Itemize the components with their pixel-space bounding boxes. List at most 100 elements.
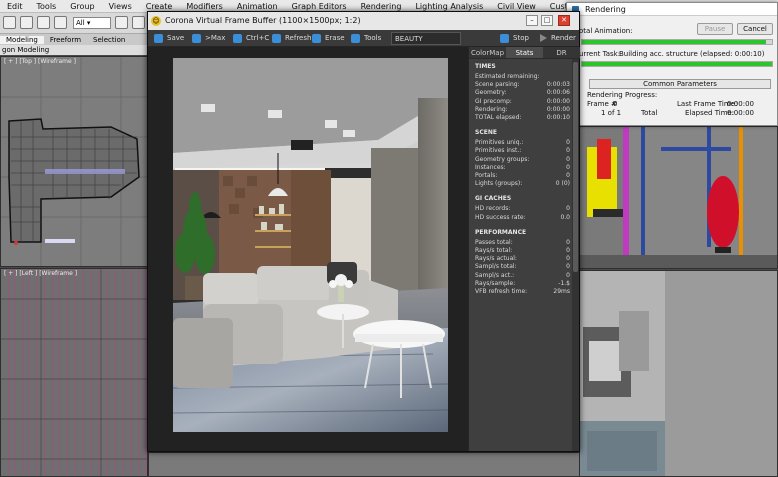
corona-vfb-window: ☺ Corona Virtual Frame Buffer (1100×1500… [147,11,580,452]
stats-scrollbar[interactable] [572,59,579,451]
perspective-shaded-scene [579,271,777,476]
refresh-button[interactable]: Refresh [272,30,311,47]
channel-value: BEAUTY [395,35,423,43]
menu-item-animation[interactable]: Animation [230,2,285,11]
vfb-title-text: Corona Virtual Frame Buffer (1100×1500px… [165,16,361,25]
stats-row: Portals: 0 [475,172,570,180]
stats-section-times[interactable]: TIMES [475,63,496,70]
viewport-top[interactable]: [ + ] [Top ] [Wireframe ] [0,56,148,267]
stats-value: 0 [566,147,570,155]
vfb-canvas-area[interactable] [148,47,468,451]
viewport-left[interactable]: [ + ] [Left ] [Wireframe ] [0,268,148,477]
rendering-dialog-title[interactable]: Rendering [567,3,777,16]
vfb-titlebar[interactable]: ☺ Corona Virtual Frame Buffer (1100×1500… [148,12,579,30]
ribbon-tab-freeform[interactable]: Freeform [44,36,87,44]
rendering-progress-label: Rendering Progress: [587,91,658,99]
viewport-top-label[interactable]: [ + ] [Top ] [Wireframe ] [4,58,76,65]
save-button[interactable]: Save [154,30,184,47]
select-object-icon[interactable] [115,16,128,29]
stats-value: 0 [566,172,570,179]
viewport-perspective-bottom[interactable] [578,270,778,477]
top-viewport-wireframe [1,57,147,266]
stats-row: Geometry groups: 0 [475,156,570,164]
menu-item-rendering[interactable]: Rendering [354,2,409,11]
stats-row: Passes total: 0 [475,239,570,247]
menu-item-tools[interactable]: Tools [30,2,64,11]
selection-filter-value: All [76,19,85,27]
pause-button[interactable]: Pause [697,23,733,35]
erase-button[interactable]: Erase [312,30,345,47]
minimize-icon[interactable]: – [526,15,538,26]
max-main-toolbar: All ▾ [0,13,150,34]
max-icon [192,33,201,43]
undo-icon[interactable] [3,16,16,29]
maximize-icon[interactable]: □ [541,15,553,26]
menu-item-views[interactable]: Views [102,2,139,11]
unlink-icon[interactable] [37,16,50,29]
channel-select[interactable]: BEAUTY [391,32,461,45]
stats-value: 0:00:06 [546,89,570,97]
stats-key: Lights (groups): [475,180,523,188]
stats-value: 0:00:00 [546,97,570,105]
stats-section-perf[interactable]: PERFORMANCE [475,229,526,236]
ribbon-tab-modeling[interactable]: Modeling [0,35,44,44]
stats-key: Rendering: [475,105,508,113]
stop-button[interactable]: Stop [500,30,529,47]
stats-section-scene[interactable]: SCENE [475,129,497,136]
last-frame-time-value: 0:00:00 [727,100,754,108]
stats-value: 0:00:10 [546,114,570,121]
select-by-name-icon[interactable] [132,16,145,29]
stats-row: Estimated remaining: [475,73,570,81]
selection-filter-dropdown[interactable]: All ▾ [73,17,111,29]
tab-stats[interactable]: Stats [506,47,543,58]
current-task-label: urrent Task: [579,50,621,58]
save-label: Save [167,34,185,42]
render-label: Render [551,34,576,42]
stats-key: Primitives uniq.: [475,139,524,147]
bind-icon[interactable] [54,16,67,29]
viewport-left-label[interactable]: [ + ] [Left ] [Wireframe ] [4,270,77,277]
tab-colormap[interactable]: ColorMap [469,47,506,58]
close-icon[interactable]: ✕ [558,15,570,26]
menu-item-modifiers[interactable]: Modifiers [179,2,230,11]
render-button[interactable]: Render [540,30,576,47]
ribbon-tab-selection[interactable]: Selection [87,36,131,44]
copy-label: Ctrl+C [246,34,270,42]
menu-item-edit[interactable]: Edit [0,2,30,11]
stats-section-gi[interactable]: GI CACHES [475,195,511,202]
stats-value: 0 [566,263,570,271]
menu-item-create[interactable]: Create [139,2,180,11]
ribbon-subpanel[interactable]: gon Modeling [0,45,150,55]
menu-item-graph-editors[interactable]: Graph Editors [285,2,354,11]
stats-row: HD records: 0 [475,205,570,213]
menu-item-lighting-analysis[interactable]: Lighting Analysis [408,2,490,11]
menu-item-civil-view[interactable]: Civil View [490,2,543,11]
viewport-bottom-strip [148,452,580,477]
erase-label: Erase [325,34,345,42]
stats-key: GI precomp: [475,97,512,105]
task-progress-fill [582,62,772,66]
copy-button[interactable]: Ctrl+C [233,30,269,47]
stop-label: Stop [513,34,529,42]
total-label: Total [641,109,658,117]
to-max-button[interactable]: >Max [192,30,225,47]
cancel-button[interactable]: Cancel [737,23,773,35]
refresh-label: Refresh [285,34,312,42]
stats-value: 0 [566,139,570,147]
stats-value: -1.$ [558,279,570,287]
link-icon[interactable] [20,16,33,29]
stats-value: 0 [566,205,570,213]
stats-row: Rays/s total: 0 [475,247,570,255]
tools-button[interactable]: Tools [351,30,381,47]
viewport-perspective-top[interactable] [578,126,778,269]
common-parameters-rollout[interactable]: Common Parameters [589,79,771,89]
stats-value: 29ms [553,288,570,295]
stats-scrollbar-thumb[interactable] [573,62,578,272]
copy-icon [233,33,242,43]
vfb-panel-tabs: ColorMap Stats DR [469,47,580,59]
total-animation-label: otal Animation: [579,27,633,35]
stats-key: Rays/s actual: [475,255,517,263]
tab-dr[interactable]: DR [543,47,580,58]
stats-key: Rays/sample: [475,279,516,287]
menu-item-group[interactable]: Group [63,2,101,11]
